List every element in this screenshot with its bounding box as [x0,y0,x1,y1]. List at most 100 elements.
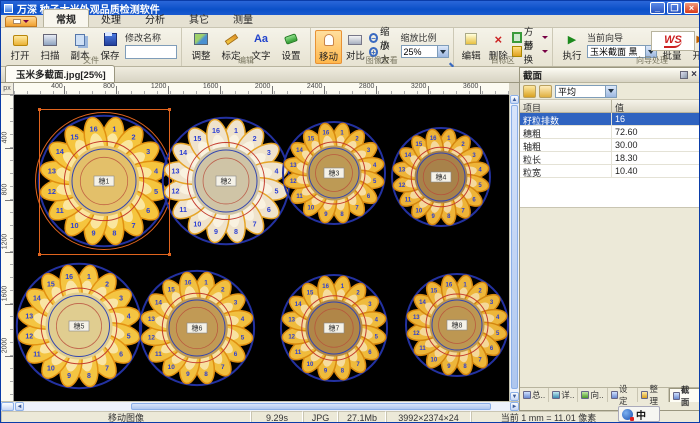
corn-cob[interactable]: 12345678910111213141516穗8 [406,274,508,376]
document-tab[interactable]: 玉米多截面.jpg[25%] [5,65,115,82]
details-icon [552,391,560,399]
kernel-number: 13 [148,316,156,323]
corn-cob[interactable]: 12345678910111213141516穗4 [392,128,490,226]
ruler-label: 2000 [255,83,271,90]
corn-cob[interactable]: 12345678910111213141516穗5 [17,264,142,389]
kernel-number: 16 [323,130,330,136]
cob-label: 穗7 [329,324,340,333]
image-viewer: 玉米多截面.jpg[25%] px 400 800 1200 1600 2000… [1,67,519,411]
menu-tab-measure[interactable]: 测量 [221,10,265,27]
table-row[interactable]: 粒长18.30 [520,152,700,165]
menu-tab-analysis[interactable]: 分析 [133,10,177,27]
kernel-number: 10 [308,206,315,212]
status-mode: 移动图像 [1,411,251,423]
table-row[interactable]: 籽粒排数16 [520,113,700,126]
ruler-label: 1200 [151,83,167,90]
mode-select[interactable]: 平均 [555,85,617,98]
horizontal-scroll-thumb[interactable] [131,403,491,410]
corn-cob[interactable]: 12345678910111213141516穗7 [281,275,388,382]
cob-label: 穗2 [221,177,232,186]
export-icon[interactable] [523,85,536,98]
selection-handle[interactable] [168,108,171,111]
tab-section[interactable]: 截面 [669,388,700,402]
text-icon: Aa [254,33,268,45]
kernel-number: 11 [405,197,412,203]
corn-cob[interactable]: 12345678910111213141516穗3 [283,122,385,224]
language-bar[interactable]: 中 [618,406,660,422]
status-filesize: 27.1Mb [338,411,386,423]
ruler-tick [428,86,429,94]
scroll-down-button[interactable]: ▼ [510,392,519,401]
status-time: 9.29s [251,411,303,423]
ruler-tick [376,86,377,94]
ruler-label: 2000 [2,332,9,360]
selection-rectangle[interactable] [39,109,170,255]
tab-organize[interactable]: 整理 [638,388,668,402]
tab-summary[interactable]: 总.. [520,388,549,402]
report-icon[interactable] [539,85,552,98]
minimize-button[interactable]: _ [650,2,665,14]
scroll-up-button[interactable]: ▲ [510,95,519,104]
status-dimensions: 3992×2374×24 [386,411,471,423]
kernel-number: 10 [307,362,314,368]
scroll-right-button[interactable]: ► [510,402,519,411]
cob-label: 穗8 [452,321,463,330]
wanshen-logo: WS [651,31,695,51]
kernel-number: 9 [67,373,71,380]
save-disk-icon [104,33,117,46]
language-indicator: 中 [636,407,646,422]
scroll-left-button[interactable]: ◄ [15,402,24,411]
selection-handle[interactable] [38,108,41,111]
ruler-tick [480,86,481,94]
vertical-scroll-thumb[interactable] [511,105,518,389]
column-header-item[interactable]: 项目 [520,100,612,112]
restore-button[interactable]: ❐ [667,2,682,14]
delete-icon: × [494,32,502,47]
tab-setup[interactable]: 设定 [608,388,638,402]
kernel-number: 11 [295,350,302,356]
kernel-number: 4 [127,314,131,321]
corn-cob[interactable]: 12345678910111213141516穗2 [163,118,290,245]
kernel-number: 12 [148,334,156,341]
chevron-down-icon [542,36,548,39]
kernel-number: 15 [308,137,315,143]
menu-tab-other[interactable]: 其它 [177,10,221,27]
app-menu-button[interactable] [5,16,37,27]
table-row[interactable]: 穗粗72.60 [520,126,700,139]
kernel-number: 11 [296,194,303,200]
chevron-down-icon [542,50,548,53]
kernel-number: 16 [184,280,192,287]
pin-icon[interactable] [680,71,688,79]
panel-toolbar: 平均 [520,83,700,100]
tab-wizard[interactable]: 向.. [578,388,607,402]
menu-tab-general[interactable]: 常规 [43,9,89,27]
zoom-ratio-label: 缩放比例 [401,31,449,44]
panel-bottom-tabs: 总.. 详.. 向.. 设定 整理 截面 [520,387,700,402]
table-row[interactable]: 轴粗30.00 [520,139,700,152]
kernel-number: 5 [275,188,279,196]
tab-details[interactable]: 详.. [549,388,578,402]
kernel-number: 14 [295,302,302,308]
current-wizard-label: 当前向导 [587,31,657,44]
kernel-number: 16 [430,136,437,142]
measurement-table: 项目 值 籽粒排数16 穗粗72.60 轴粗30.00 粒长18.30 粒宽10… [520,100,700,208]
selection-handle[interactable] [38,253,41,256]
ruler-tick [64,86,65,94]
close-button[interactable]: × [684,2,699,14]
kernel-number: 13 [172,168,180,176]
vertical-scrollbar[interactable]: ▲ ▼ [509,95,519,401]
kernel-number: 6 [267,206,271,214]
horizontal-scrollbar[interactable]: ◄ ► [1,401,519,411]
kernel-number: 12 [25,333,33,340]
image-canvas[interactable]: 12345678910111213141516穗1123456789101112… [14,95,509,401]
folder-icon [13,19,21,24]
selection-handle[interactable] [168,253,171,256]
corn-cob[interactable]: 12345678910111213141516穗6 [140,271,255,386]
ruler-label: 2800 [359,83,375,90]
group-label-wizard: 向导处理 [553,55,700,66]
ruler-label: 800 [103,83,115,90]
menu-tab-process[interactable]: 处理 [89,10,133,27]
column-header-value[interactable]: 值 [612,100,700,112]
table-row[interactable]: 粒宽10.40 [520,165,700,178]
panel-close-icon[interactable]: × [691,71,697,79]
